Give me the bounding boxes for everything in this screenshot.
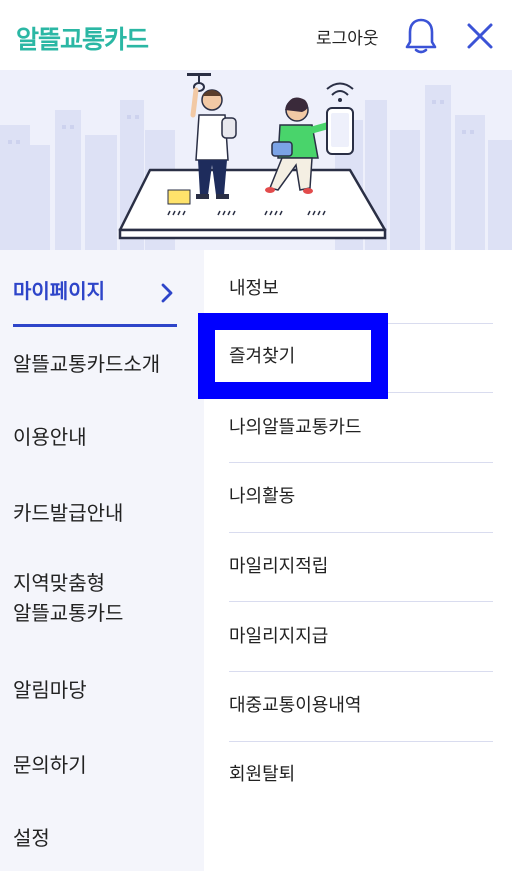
- menu-item-settings[interactable]: 설정: [13, 823, 50, 853]
- app-header: 알뜰교통카드 로그아웃: [0, 0, 512, 70]
- submenu-item-transit-history[interactable]: 대중교통이용내역: [229, 693, 361, 719]
- app-logo[interactable]: 알뜰교통카드: [16, 20, 149, 56]
- submenu-item-my-info[interactable]: 내정보: [229, 276, 279, 302]
- banner-illustration: [0, 70, 512, 250]
- chevron-right-icon: [161, 283, 173, 303]
- submenu-divider: [229, 671, 493, 672]
- city-card-illustration: [0, 73, 512, 250]
- submenu-item-withdraw[interactable]: 회원탈퇴: [229, 762, 295, 788]
- submenu-item-my-activity[interactable]: 나의활동: [229, 484, 295, 510]
- menu-item-usage-guide[interactable]: 이용안내: [13, 422, 87, 452]
- menu-item-card-intro[interactable]: 알뜰교통카드소개: [13, 349, 160, 379]
- menu-item-card-issue-guide[interactable]: 카드발급안내: [13, 498, 123, 528]
- highlight-box: [198, 313, 388, 399]
- submenu-item-mileage-payout[interactable]: 마일리지지급: [229, 624, 328, 650]
- submenu-item-mileage-earn[interactable]: 마일리지적립: [229, 554, 328, 580]
- menu-item-inquiry[interactable]: 문의하기: [13, 750, 87, 780]
- submenu-divider: [229, 532, 493, 533]
- submenu-divider: [229, 601, 493, 602]
- menu-item-mypage[interactable]: 마이페이지: [13, 276, 105, 306]
- submenu-divider: [229, 462, 493, 463]
- submenu-divider: [229, 741, 493, 742]
- active-menu-underline: [13, 324, 177, 327]
- submenu-item-my-card[interactable]: 나의알뜰교통카드: [229, 415, 361, 441]
- logout-button[interactable]: 로그아웃: [316, 24, 379, 49]
- menu-item-notice-board[interactable]: 알림마당: [13, 675, 87, 705]
- bell-icon[interactable]: [404, 17, 438, 55]
- menu-item-regional-card[interactable]: 지역맞춤형 알뜰교통카드: [13, 568, 123, 628]
- close-icon[interactable]: [464, 20, 496, 52]
